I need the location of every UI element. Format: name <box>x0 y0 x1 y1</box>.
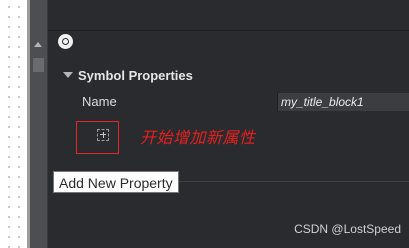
panel-divider <box>48 30 409 31</box>
scrollbar-thumb[interactable] <box>33 58 44 72</box>
section-title: Symbol Properties <box>78 67 193 83</box>
collapse-caret-icon[interactable] <box>63 72 73 78</box>
add-property-icon[interactable] <box>97 129 109 141</box>
watermark: CSDN @LostSpeed <box>294 222 401 236</box>
annotation-text: 开始增加新属性 <box>140 128 256 147</box>
add-property-tooltip: Add New Property <box>53 171 179 193</box>
vertical-scrollbar[interactable] <box>30 0 48 248</box>
schematic-canvas[interactable] <box>0 0 27 248</box>
name-value-field[interactable]: my_title_block1 <box>277 93 409 111</box>
settings-icon[interactable] <box>58 34 73 49</box>
symbol-properties-header[interactable]: Symbol Properties <box>63 66 193 84</box>
properties-panel: Symbol Properties Name my_title_block1 开… <box>48 0 409 248</box>
scroll-up-arrow-icon[interactable] <box>34 42 42 47</box>
name-label: Name <box>82 94 117 109</box>
